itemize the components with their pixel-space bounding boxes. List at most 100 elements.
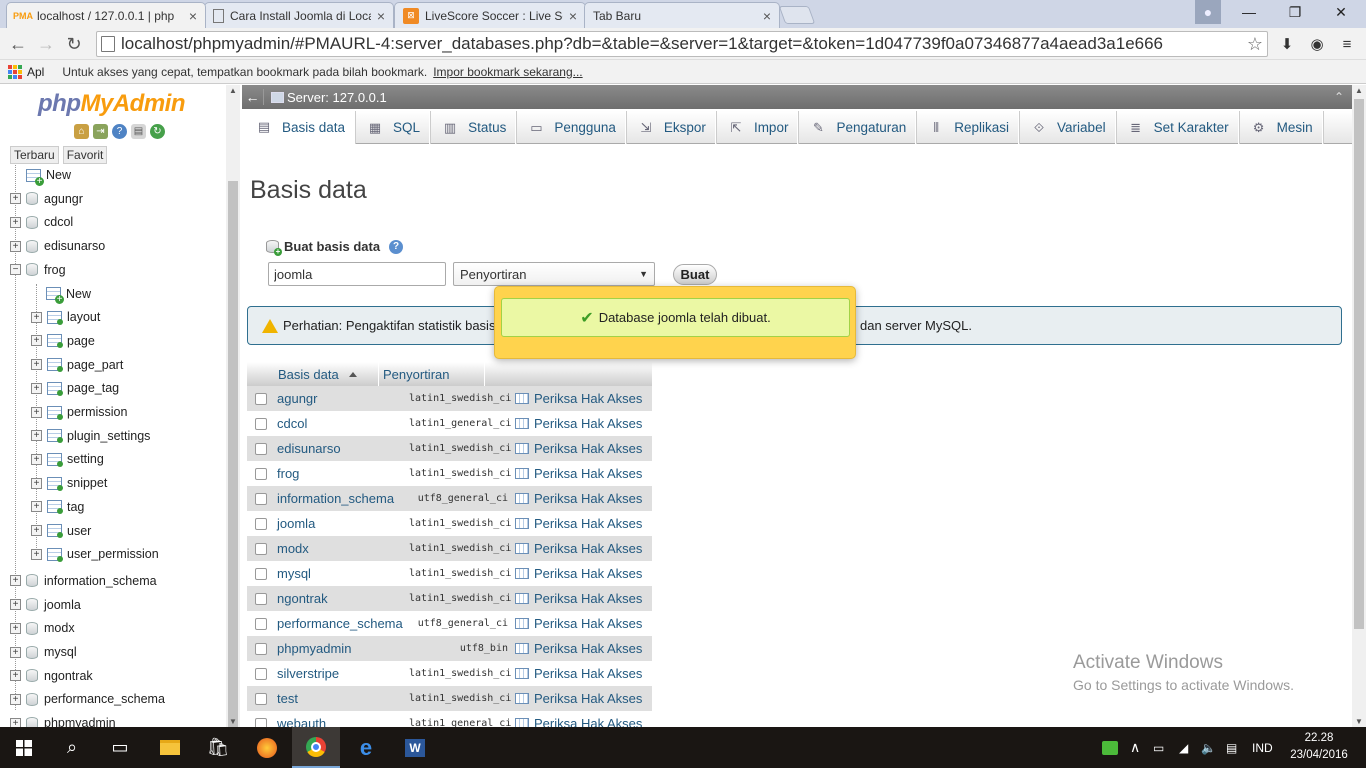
docs-icon[interactable]: ▤ <box>131 124 146 139</box>
check-privileges-link[interactable]: Periksa Hak Akses <box>512 566 642 581</box>
check-privileges-link[interactable]: Periksa Hak Akses <box>512 466 642 481</box>
browser-tab-joomla-guide[interactable]: Cara Install Joomla di Loca × <box>204 2 394 28</box>
apps-label[interactable]: Apl <box>27 65 44 79</box>
tree-table-snippet[interactable]: + snippet <box>31 473 107 493</box>
tree-table-user_permission[interactable]: + user_permission <box>31 544 159 564</box>
tree-table-page_tag[interactable]: + page_tag <box>31 378 119 398</box>
row-checkbox[interactable] <box>255 392 267 405</box>
scroll-down-icon[interactable]: ▼ <box>1355 717 1363 726</box>
check-privileges-link[interactable]: Periksa Hak Akses <box>512 666 642 681</box>
create-database-button[interactable]: Buat <box>673 264 717 285</box>
check-privileges-link[interactable]: Periksa Hak Akses <box>512 641 642 656</box>
help-icon[interactable]: ? <box>389 239 404 254</box>
expand-icon[interactable]: + <box>31 359 42 371</box>
row-checkbox[interactable] <box>255 467 267 480</box>
row-checkbox[interactable] <box>255 592 267 605</box>
expand-icon[interactable]: + <box>10 646 21 658</box>
tab-recent[interactable]: Terbaru <box>10 146 59 164</box>
check-privileges-link[interactable]: Periksa Hak Akses <box>512 516 642 531</box>
collapse-icon[interactable]: − <box>10 264 21 276</box>
close-tab-icon[interactable]: × <box>189 8 197 24</box>
minimize-icon[interactable]: — <box>1226 0 1272 24</box>
tree-db-joomla[interactable]: + joomla <box>10 595 81 615</box>
help-icon[interactable]: ? <box>112 124 127 139</box>
tab-replikasi[interactable]: ⫴ Replikasi <box>916 111 1020 144</box>
row-checkbox[interactable] <box>255 492 267 505</box>
row-checkbox[interactable] <box>255 642 267 655</box>
word-icon[interactable]: W <box>391 727 439 768</box>
apps-icon[interactable] <box>8 64 22 79</box>
tab-pengaturan[interactable]: ✎ Pengaturan <box>798 111 917 144</box>
reload-icon[interactable]: ↻ <box>62 32 86 56</box>
tab-basis-data[interactable]: ▤ Basis data <box>244 111 356 144</box>
tree-db-cdcol[interactable]: + cdcol <box>10 212 73 232</box>
tree-db-performance_schema[interactable]: + performance_schema <box>10 689 165 709</box>
browser-tab-new[interactable]: Tab Baru × <box>584 2 780 28</box>
new-tab-button[interactable] <box>778 6 816 24</box>
collapse-header-icon[interactable]: ⌃ <box>1334 90 1344 104</box>
database-name-link[interactable]: phpmyadmin <box>277 641 409 656</box>
database-name-link[interactable]: mysql <box>277 566 409 581</box>
check-privileges-link[interactable]: Periksa Hak Akses <box>512 491 642 506</box>
tree-table-layout[interactable]: + layout <box>31 307 100 327</box>
database-name-link[interactable]: edisunarso <box>277 441 409 456</box>
tree-db-mysql[interactable]: + mysql <box>10 642 77 662</box>
tab-favorites[interactable]: Favorit <box>62 146 108 164</box>
database-name-input[interactable] <box>268 262 446 286</box>
expand-icon[interactable]: + <box>10 670 21 682</box>
tree-table-permission[interactable]: + permission <box>31 402 127 422</box>
tree-db-phpmyadmin[interactable]: + phpmyadmin <box>10 713 116 727</box>
expand-icon[interactable]: + <box>31 477 42 489</box>
scroll-up-icon[interactable]: ▲ <box>1355 86 1363 95</box>
close-tab-icon[interactable]: × <box>763 8 771 24</box>
tree-db-modx[interactable]: + modx <box>10 618 75 638</box>
user-profile-icon[interactable]: ● <box>1195 0 1221 24</box>
tree-table-page_part[interactable]: + page_part <box>31 355 123 375</box>
tab-set-karakter[interactable]: ≣ Set Karakter <box>1116 111 1239 144</box>
browser-tab-phpmyadmin[interactable]: PMA localhost / 127.0.0.1 | php × <box>6 2 206 28</box>
tab-pengguna[interactable]: ▭ Pengguna <box>516 111 626 144</box>
file-explorer-icon[interactable] <box>146 727 194 768</box>
row-checkbox[interactable] <box>255 442 267 455</box>
reload-nav-icon[interactable]: ↻ <box>150 124 165 139</box>
tab-impor[interactable]: ⇱ Impor <box>716 111 799 144</box>
expand-icon[interactable]: + <box>10 717 21 727</box>
tab-mesin[interactable]: ⚙ Mesin <box>1239 111 1323 144</box>
expand-icon[interactable]: + <box>31 311 42 323</box>
logout-icon[interactable]: ⇥ <box>93 124 108 139</box>
tree-db-ngontrak[interactable]: + ngontrak <box>10 666 93 686</box>
tab-sql[interactable]: ▦ SQL <box>355 111 431 144</box>
collapse-nav-icon[interactable]: ← <box>242 89 264 105</box>
database-name-link[interactable]: ngontrak <box>277 591 409 606</box>
expand-icon[interactable]: + <box>31 406 42 418</box>
expand-icon[interactable]: + <box>10 622 21 634</box>
database-name-link[interactable]: frog <box>277 466 409 481</box>
tree-table-tag[interactable]: + tag <box>31 497 84 517</box>
expand-icon[interactable]: + <box>31 335 42 347</box>
store-icon[interactable]: 🛍 <box>194 727 242 768</box>
import-bookmarks-link[interactable]: Impor bookmark sekarang... <box>433 65 582 79</box>
check-privileges-link[interactable]: Periksa Hak Akses <box>512 541 642 556</box>
nav-scrollbar[interactable]: ▲ ▼ <box>226 85 240 727</box>
col-header-collation[interactable]: Penyortiran <box>378 362 484 386</box>
tree-db-agungr[interactable]: + agungr <box>10 189 83 209</box>
edge-icon[interactable]: e <box>342 727 390 768</box>
tree-table-plugin_settings[interactable]: + plugin_settings <box>31 426 150 446</box>
home-icon[interactable]: ⌂ <box>74 124 89 139</box>
bookmark-star-icon[interactable]: ☆ <box>1247 34 1263 55</box>
database-name-link[interactable]: agungr <box>277 391 409 406</box>
check-privileges-link[interactable]: Periksa Hak Akses <box>512 616 642 631</box>
database-name-link[interactable]: joomla <box>277 516 409 531</box>
address-bar[interactable]: localhost/phpmyadmin/#PMAURL-4:server_da… <box>96 31 1268 57</box>
database-name-link[interactable]: test <box>277 691 409 706</box>
notifications-icon[interactable]: ▤ <box>1226 727 1237 768</box>
check-privileges-link[interactable]: Periksa Hak Akses <box>512 691 642 706</box>
tree-new-database[interactable]: New <box>26 165 71 186</box>
tree-table-page[interactable]: + page <box>31 331 95 351</box>
back-arrow-icon[interactable]: ← <box>6 32 30 56</box>
task-view-icon[interactable]: ▭ <box>96 727 144 768</box>
row-checkbox[interactable] <box>255 517 267 530</box>
close-window-icon[interactable]: ✕ <box>1318 0 1364 24</box>
chrome-icon[interactable] <box>292 727 340 768</box>
expand-icon[interactable]: + <box>31 501 42 513</box>
